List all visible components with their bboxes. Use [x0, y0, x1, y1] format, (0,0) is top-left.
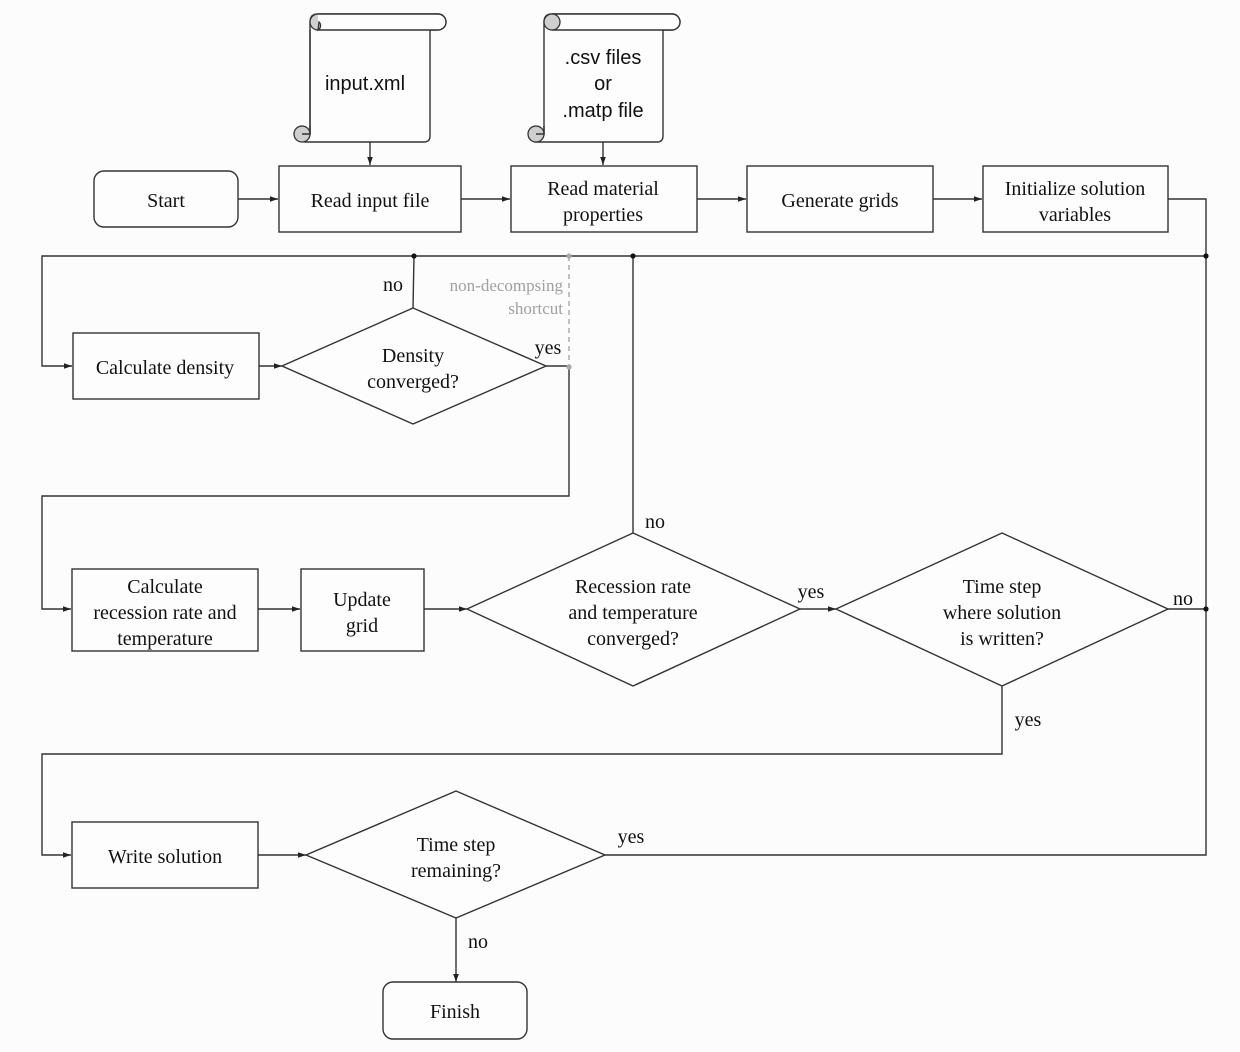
shape-text: Finish	[430, 1001, 480, 1023]
edge-label-written-no: no	[1173, 588, 1193, 610]
edge-label-recession-no: no	[645, 511, 665, 533]
document-material-files: .csv files or .matp file	[527, 13, 681, 143]
shape-text: recession rate and	[93, 602, 236, 624]
document-label: .matp file	[562, 100, 643, 122]
flowchart: input.xml .csv files or .matp file Start…	[41, 13, 1209, 1040]
node-calc-density: Calculate density	[72, 332, 260, 400]
node-write-solution: Write solution	[71, 821, 259, 889]
junction-dot	[566, 253, 572, 259]
shape-text: where solution	[943, 602, 1061, 624]
shortcut-note: non-decompsing	[450, 276, 564, 295]
edge-label-remaining-no: no	[468, 931, 488, 953]
document-input-xml: input.xml	[293, 13, 447, 143]
junction-dot	[566, 364, 572, 370]
node-calc-recession: Calculate recession rate and temperature	[71, 568, 259, 652]
node-finish: Finish	[382, 981, 528, 1040]
shape-text: Write solution	[108, 846, 222, 868]
shape-text: grid	[346, 615, 378, 637]
document-label: or	[594, 73, 612, 95]
junction-dot	[630, 253, 636, 259]
shape-text: properties	[563, 204, 643, 226]
scroll-curl-icon	[543, 13, 561, 31]
node-initialize: Initialize solution variables	[982, 165, 1169, 233]
edge-right-bus	[605, 256, 1207, 856]
edge-label-recession-yes: yes	[798, 581, 825, 603]
connector-line	[318, 13, 447, 31]
shape-text: Calculate	[127, 576, 203, 598]
node-time-step-remaining: Time step remaining?	[304, 790, 607, 919]
node-read-material: Read material properties	[510, 165, 698, 233]
edge-density-no	[412, 255, 415, 309]
shape-text: is written?	[960, 628, 1044, 650]
edge-label-density-yes: yes	[535, 337, 562, 359]
shape-text: Density	[382, 345, 444, 367]
junction-dot	[1203, 253, 1209, 259]
node-read-input: Read input file	[278, 165, 462, 233]
edge-label-density-no: no	[383, 274, 403, 296]
shape-text: Recession rate	[575, 576, 691, 598]
shape-text: variables	[1039, 204, 1111, 226]
node-recession-converged: Recession rate and temperature converged…	[465, 532, 802, 687]
node-time-step-written: Time step where solution is written?	[834, 532, 1170, 687]
shape-text: remaining?	[411, 860, 501, 882]
shape-text: Read input file	[311, 190, 430, 212]
edge-label-written-yes: yes	[1015, 709, 1042, 731]
shape-text: Time step	[963, 576, 1042, 598]
shape-text: Time step	[417, 834, 496, 856]
edge-label-remaining-yes: yes	[618, 826, 645, 848]
shape-text: Update	[333, 589, 391, 611]
shape-text: Calculate density	[96, 357, 234, 379]
shape-text: temperature	[117, 628, 213, 650]
shape-text: Read material	[547, 178, 659, 200]
shape-text: converged?	[367, 371, 459, 393]
document-label: input.xml	[325, 73, 405, 95]
shape-text: converged?	[587, 628, 679, 650]
connector-line	[552, 13, 681, 31]
shape-text: Initialize solution	[1005, 178, 1146, 200]
node-density-converged: Density converged?	[280, 307, 548, 425]
shape-text: Start	[147, 190, 185, 212]
junction-dot	[411, 253, 417, 259]
shape-text: Generate grids	[781, 190, 898, 212]
edge-init-to-bus	[1168, 198, 1207, 256]
node-generate-grids: Generate grids	[746, 165, 934, 233]
shortcut-note: shortcut	[508, 299, 563, 318]
document-label: .csv files	[565, 47, 642, 69]
node-update-grid: Update grid	[300, 568, 425, 652]
shape-text: and temperature	[568, 602, 697, 624]
node-start: Start	[93, 170, 239, 228]
junction-dot	[1203, 606, 1209, 612]
